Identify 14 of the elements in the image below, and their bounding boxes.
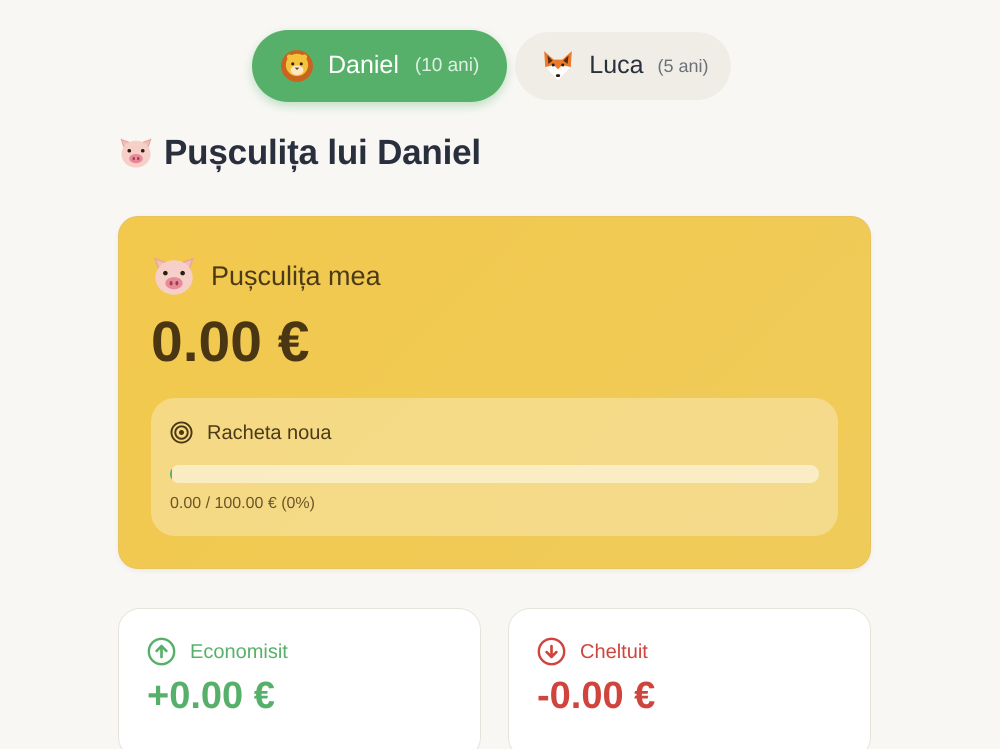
page-title: Pușculița lui Daniel xyxy=(164,132,481,174)
goal-name: Racheta noua xyxy=(207,420,332,446)
piggy-bank-label: Pușculița mea xyxy=(211,260,381,293)
stat-label: Cheltuit xyxy=(580,640,648,665)
arrow-down-circle-icon xyxy=(537,637,566,666)
arrow-up-circle-icon xyxy=(147,637,176,666)
stat-label: Economisit xyxy=(190,640,288,665)
stat-amount: -0.00 € xyxy=(537,674,656,718)
lion-face-icon xyxy=(280,49,314,83)
goal-progress-text: 0.00 / 100.00 € (0%) xyxy=(170,494,316,514)
child-tab[interactable]: Luca (5 ani) xyxy=(515,32,731,100)
balance-amount: 0.00 € xyxy=(151,311,310,374)
stat-amount: +0.00 € xyxy=(147,674,276,718)
target-icon xyxy=(170,421,193,444)
